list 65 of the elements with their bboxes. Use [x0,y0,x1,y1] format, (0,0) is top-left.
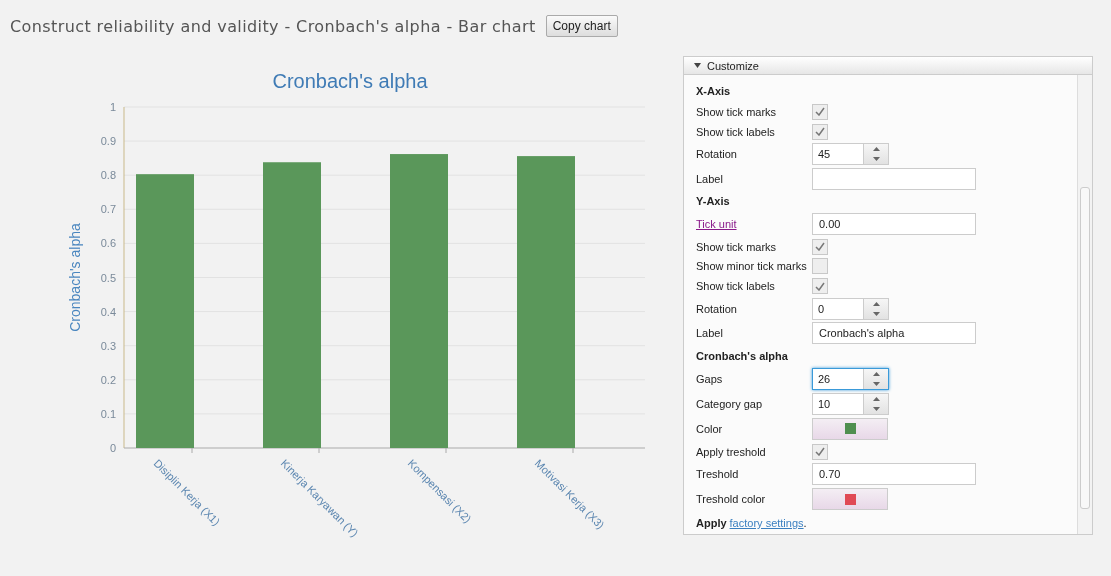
color-picker-button[interactable] [812,417,888,440]
checkbox[interactable] [812,238,828,255]
footer-text: Apply [696,517,727,530]
y-tick-label: 0.7 [100,203,116,216]
y-tick-label: 0 [109,442,116,454]
number-spinner[interactable]: 0 [812,297,889,320]
chart-title: Cronbach's alpha [272,70,428,92]
checkbox[interactable] [812,278,828,295]
option-label: Rotation [696,302,738,315]
checkbox[interactable] [812,103,828,120]
option-label: Label [696,327,724,340]
y-tick-label: 0.5 [100,271,116,284]
y-axis-title: Cronbach's alpha [67,223,83,332]
y-tick-label: 0.8 [100,169,116,182]
footer-period: . [803,517,807,530]
copy-chart-button[interactable]: Copy chart [545,15,618,37]
scrollbar[interactable] [1077,75,1092,534]
y-tick-label: 0.9 [100,135,116,148]
factory-settings-link[interactable]: factory settings [729,517,804,530]
up-arrow-icon[interactable] [872,396,880,401]
option-label: Category gap [696,397,764,410]
checkbox[interactable] [812,123,828,140]
option-label: Color [696,422,724,435]
customize-title: Customize [707,59,759,72]
option-link[interactable]: Tick unit [696,218,812,231]
up-arrow-icon[interactable] [872,371,880,376]
y-tick-label: 1 [109,101,116,113]
input-field[interactable]: 0.70 [812,463,976,486]
caret-down-icon [694,62,701,69]
option-label: Show tick marks [696,105,778,118]
customize-header[interactable]: Customize [684,57,1092,75]
option-label: Rotation [696,147,738,160]
y-tick-label: 0.4 [100,305,116,318]
option-label: Treshold [696,468,740,481]
option-label: Show minor tick marks [696,260,808,273]
down-arrow-icon[interactable] [872,406,880,411]
option-label: Treshold color [696,493,767,506]
input-field[interactable] [812,167,976,190]
checkbox[interactable] [812,258,828,275]
checkbox[interactable] [812,443,828,460]
option-label: Show tick labels [696,125,776,138]
section-heading: Cronbach's alpha [696,350,788,363]
down-arrow-icon[interactable] [872,311,880,316]
option-label: Show tick labels [696,280,776,293]
option-label: Label [696,172,724,185]
y-tick-label: 0.6 [100,237,116,250]
option-label: Apply treshold [696,445,767,458]
input-field[interactable]: 0.00 [812,213,976,236]
up-arrow-icon[interactable] [872,146,880,151]
down-arrow-icon[interactable] [872,381,880,386]
down-arrow-icon[interactable] [872,156,880,161]
option-label: Show tick marks [696,240,778,253]
up-arrow-icon[interactable] [872,301,880,306]
section-heading: X-Axis [696,85,731,98]
y-tick-label: 0.1 [100,407,116,420]
y-tick-label: 0.3 [100,339,116,352]
page-title: Construct reliability and validity - Cronbach's alpha - Bar chart [10,16,536,36]
input-field[interactable]: Cronbach's alpha [812,322,976,345]
number-spinner[interactable]: 45 [812,142,889,165]
option-label: Gaps [696,372,724,385]
y-tick-label: 0.2 [100,373,116,386]
color-picker-button[interactable] [812,488,888,511]
number-spinner[interactable]: 26 [812,367,889,390]
section-heading: Y-Axis [696,195,730,208]
number-spinner[interactable]: 10 [812,392,889,415]
